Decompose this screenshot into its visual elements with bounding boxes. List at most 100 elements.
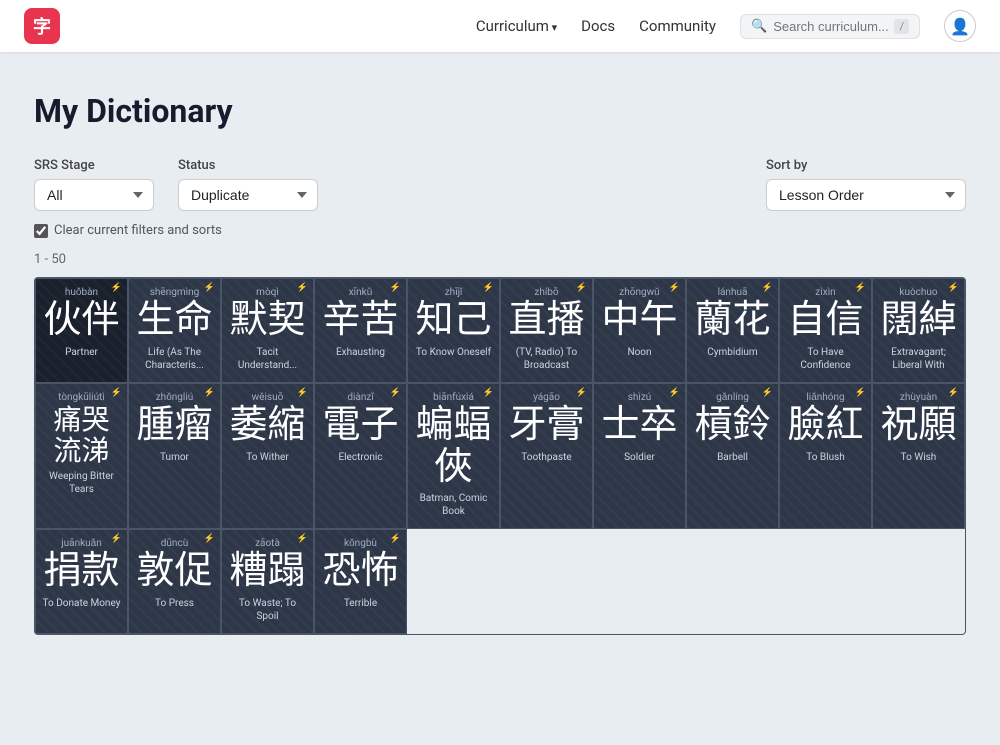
- dict-card[interactable]: ⚡ yágāo 牙膏 Toothpaste: [500, 383, 593, 530]
- card-meaning: Noon: [627, 346, 651, 359]
- dict-card[interactable]: ⚡ kǒngbù 恐怖 Terrible: [314, 529, 407, 634]
- card-pinyin: zāotà: [255, 538, 280, 549]
- card-hanzi: 知己: [415, 300, 491, 342]
- card-meaning: Batman, Comic Book: [414, 492, 493, 518]
- lightning-icon: ⚡: [855, 388, 866, 398]
- card-meaning: Exhausting: [336, 346, 385, 359]
- card-pinyin: liǎnhóng: [806, 392, 844, 403]
- search-input[interactable]: [773, 19, 888, 34]
- lightning-icon: ⚡: [204, 388, 215, 398]
- lightning-icon: ⚡: [297, 388, 308, 398]
- card-hanzi: 蘭花: [694, 300, 770, 342]
- card-meaning: (TV, Radio) To Broadcast: [507, 346, 586, 372]
- dict-card[interactable]: ⚡ huǒbàn 伙伴 Partner: [35, 278, 128, 383]
- card-hanzi: 生命: [136, 300, 212, 342]
- dict-card[interactable]: ⚡ juānkuǎn 捐款 To Donate Money: [35, 529, 128, 634]
- card-meaning: To Waste; To Spoil: [228, 597, 307, 623]
- card-pinyin: shìzú: [628, 392, 652, 403]
- card-pinyin: zhǒngliú: [156, 392, 194, 403]
- card-pinyin: kuòchuo: [899, 287, 937, 298]
- dict-card[interactable]: ⚡ dūncù 敦促 To Press: [128, 529, 221, 634]
- card-meaning: Weeping Bitter Tears: [42, 470, 121, 496]
- card-hanzi: 恐怖: [322, 551, 398, 593]
- dict-card[interactable]: ⚡ tòngkūliútì 痛哭流涕 Weeping Bitter Tears: [35, 383, 128, 530]
- srs-stage-select[interactable]: All: [34, 179, 154, 211]
- sort-select[interactable]: Lesson Order: [766, 179, 966, 211]
- status-filter-group: Status Duplicate: [178, 158, 318, 211]
- clear-filters[interactable]: Clear current filters and sorts: [34, 223, 966, 238]
- card-meaning: To Wither: [246, 451, 288, 464]
- lightning-icon: ⚡: [669, 388, 680, 398]
- card-hanzi: 臉紅: [787, 405, 863, 447]
- card-pinyin: kǒngbù: [344, 538, 377, 549]
- lightning-icon: ⚡: [111, 534, 122, 544]
- dict-card[interactable]: ⚡ shìzú 士卒 Soldier: [593, 383, 686, 530]
- card-hanzi: 蝙蝠俠: [414, 405, 493, 489]
- dict-card[interactable]: ⚡ lánhuā 蘭花 Cymbidium: [686, 278, 779, 383]
- card-meaning: Barbell: [717, 451, 748, 464]
- card-hanzi: 萎縮: [229, 405, 305, 447]
- card-pinyin: zhùyuàn: [900, 392, 937, 403]
- lightning-icon: ⚡: [204, 283, 215, 293]
- card-meaning: Extravagant; Liberal With: [879, 346, 958, 372]
- dict-card[interactable]: ⚡ wěisuō 萎縮 To Wither: [221, 383, 314, 530]
- card-meaning: Terrible: [344, 597, 377, 610]
- card-meaning: Partner: [65, 346, 98, 359]
- lightning-icon: ⚡: [297, 534, 308, 544]
- card-pinyin: tòngkūliútì: [58, 392, 105, 403]
- card-hanzi: 辛苦: [322, 300, 398, 342]
- nav-curriculum[interactable]: Curriculum: [476, 17, 557, 35]
- count-label: 1 - 50: [34, 252, 966, 267]
- clear-checkbox[interactable]: [34, 224, 48, 238]
- dict-card[interactable]: ⚡ shēngmìng 生命 Life (As The Characteris.…: [128, 278, 221, 383]
- card-meaning: Tacit Understand...: [228, 346, 307, 372]
- dict-card[interactable]: ⚡ zhījǐ 知己 To Know Oneself: [407, 278, 500, 383]
- dict-card[interactable]: ⚡ gǎnlíng 槓鈴 Barbell: [686, 383, 779, 530]
- card-pinyin: lánhuā: [718, 287, 748, 298]
- dict-card[interactable]: ⚡ zìxìn 自信 To Have Confidence: [779, 278, 872, 383]
- card-pinyin: xīnkǔ: [349, 287, 373, 298]
- card-pinyin: shēngmìng: [150, 287, 200, 298]
- card-pinyin: zìxìn: [815, 287, 835, 298]
- dict-card[interactable]: ⚡ xīnkǔ 辛苦 Exhausting: [314, 278, 407, 383]
- dictionary-grid: ⚡ huǒbàn 伙伴 Partner ⚡ shēngmìng 生命 Life …: [34, 277, 966, 635]
- lightning-icon: ⚡: [669, 283, 680, 293]
- dict-card[interactable]: ⚡ liǎnhóng 臉紅 To Blush: [779, 383, 872, 530]
- card-hanzi: 默契: [229, 300, 305, 342]
- dict-card[interactable]: ⚡ zāotà 糟蹋 To Waste; To Spoil: [221, 529, 314, 634]
- card-meaning: Soldier: [624, 451, 655, 464]
- dict-card[interactable]: ⚡ diànzǐ 電子 Electronic: [314, 383, 407, 530]
- card-pinyin: gǎnlíng: [716, 392, 749, 403]
- main-content: My Dictionary SRS Stage All Status Dupli…: [10, 52, 990, 675]
- dict-card[interactable]: ⚡ zhíbō 直播 (TV, Radio) To Broadcast: [500, 278, 593, 383]
- dict-card[interactable]: ⚡ mòqì 默契 Tacit Understand...: [221, 278, 314, 383]
- nav-community[interactable]: Community: [639, 17, 716, 35]
- lightning-icon: ⚡: [576, 388, 587, 398]
- card-hanzi: 腫瘤: [136, 405, 212, 447]
- card-hanzi: 中午: [601, 300, 677, 342]
- nav-docs[interactable]: Docs: [581, 17, 615, 35]
- user-icon[interactable]: 👤: [944, 10, 976, 42]
- card-hanzi: 直播: [508, 300, 584, 342]
- navbar: 字 Curriculum Docs Community 🔍 / 👤: [0, 0, 1000, 52]
- dict-card[interactable]: ⚡ zhùyuàn 祝願 To Wish: [872, 383, 965, 530]
- card-meaning: Life (As The Characteris...: [135, 346, 214, 372]
- dict-card[interactable]: ⚡ kuòchuo 闊綽 Extravagant; Liberal With: [872, 278, 965, 383]
- card-hanzi: 捐款: [43, 551, 119, 593]
- srs-filter-group: SRS Stage All: [34, 158, 154, 211]
- logo[interactable]: 字: [24, 8, 60, 44]
- card-meaning: Cymbidium: [707, 346, 757, 359]
- nav-links: Curriculum Docs Community 🔍 / 👤: [476, 10, 976, 42]
- status-select[interactable]: Duplicate: [178, 179, 318, 211]
- dict-row-2: ⚡ tòngkūliútì 痛哭流涕 Weeping Bitter Tears …: [35, 383, 965, 530]
- lightning-icon: ⚡: [483, 388, 494, 398]
- dict-card[interactable]: ⚡ zhǒngliú 腫瘤 Tumor: [128, 383, 221, 530]
- card-hanzi: 伙伴: [43, 300, 119, 342]
- card-hanzi: 電子: [322, 405, 398, 447]
- card-pinyin: yágāo: [533, 392, 560, 403]
- card-meaning: To Wish: [901, 451, 937, 464]
- lightning-icon: ⚡: [762, 283, 773, 293]
- dict-card[interactable]: ⚡ zhōngwǔ 中午 Noon: [593, 278, 686, 383]
- dict-card[interactable]: ⚡ biānfúxiá 蝙蝠俠 Batman, Comic Book: [407, 383, 500, 530]
- card-pinyin: zhījǐ: [445, 287, 463, 298]
